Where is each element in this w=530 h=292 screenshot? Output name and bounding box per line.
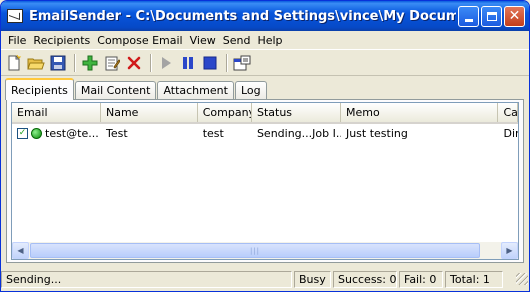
cell-company: test [202, 126, 224, 140]
list-header: Email Name Company Status Memo Ca [12, 103, 518, 124]
menu-file[interactable]: File [5, 34, 30, 47]
scroll-right-button[interactable]: ▶ [501, 242, 518, 259]
tab-attachment[interactable]: Attachment [157, 81, 234, 99]
toolbar-separator [150, 53, 152, 72]
pause-button[interactable] [178, 53, 198, 73]
column-header-company[interactable]: Company [198, 103, 252, 122]
menu-view[interactable]: View [187, 34, 220, 47]
add-recipient-icon [82, 55, 98, 70]
menu-compose-email[interactable]: Compose Email [94, 34, 186, 47]
status-fail: Fail: 0 [399, 270, 443, 288]
open-button[interactable] [26, 53, 46, 73]
scroll-track[interactable]: ||| [29, 242, 501, 259]
stop-icon [203, 56, 217, 69]
cell-ca: Dire [503, 126, 518, 140]
column-header-memo[interactable]: Memo [341, 103, 499, 122]
minimize-button[interactable] [458, 5, 479, 27]
title-bar[interactable]: EmailSender - C:\Documents and Settings\… [1, 1, 529, 31]
new-icon [8, 54, 22, 70]
close-icon: ✕ [508, 8, 521, 24]
pause-icon [183, 56, 193, 69]
edit-recipient-icon [105, 56, 120, 70]
menu-recipients[interactable]: Recipients [30, 34, 94, 47]
delete-recipient-icon [127, 56, 141, 69]
menu-bar: File Recipients Compose Email View Send … [1, 31, 529, 49]
start-icon [162, 56, 171, 69]
close-button[interactable]: ✕ [504, 5, 525, 27]
email-value: test@te... [45, 126, 99, 140]
new-button[interactable] [4, 53, 24, 73]
tab-mail-content[interactable]: Mail Content [74, 81, 157, 99]
maximize-button[interactable] [481, 5, 502, 27]
scroll-right-arrow-icon: ▶ [506, 246, 513, 255]
recipients-panel: Email Name Company Status Memo Ca ✓ test… [6, 99, 524, 263]
properties-button[interactable] [232, 53, 252, 73]
column-header-ca[interactable]: Ca [498, 103, 518, 122]
table-row[interactable]: ✓ test@te... Test test Sending...Job I..… [12, 125, 518, 141]
stop-button[interactable] [200, 53, 220, 73]
maximize-icon [486, 11, 497, 21]
cell-name: Test [106, 126, 128, 140]
cell-email: ✓ test@te... [12, 125, 101, 141]
edit-recipient-button[interactable] [102, 53, 122, 73]
add-recipient-button[interactable] [80, 53, 100, 73]
horizontal-scrollbar[interactable]: ◀ ||| ▶ [12, 242, 518, 259]
green-dot-icon [31, 127, 42, 139]
status-total: Total: 1 [445, 270, 503, 288]
menu-help[interactable]: Help [254, 34, 286, 47]
tab-log[interactable]: Log [234, 81, 267, 99]
row-checkbox[interactable]: ✓ [17, 127, 28, 139]
main-window: EmailSender - C:\Documents and Settings\… [0, 0, 530, 292]
recipients-list: Email Name Company Status Memo Ca ✓ test… [11, 102, 519, 260]
column-header-email[interactable]: Email [12, 103, 101, 122]
grip-icon: ||| [249, 246, 261, 255]
save-button[interactable] [48, 53, 68, 73]
scroll-left-button[interactable]: ◀ [12, 242, 29, 259]
window-title: EmailSender - C:\Documents and Settings\… [29, 8, 456, 24]
minimize-icon [464, 18, 473, 22]
open-folder-icon [27, 58, 45, 69]
properties-icon [233, 55, 251, 70]
menu-send[interactable]: Send [220, 34, 255, 47]
tab-recipients[interactable]: Recipients [5, 78, 74, 100]
status-bar: Sending... Busy Success: 0 Fail: 0 Total… [1, 267, 529, 291]
save-icon [50, 55, 66, 70]
email-app-icon [7, 9, 23, 23]
toolbar-separator [226, 53, 228, 72]
status-state: Busy [294, 270, 331, 288]
toolbar [1, 49, 529, 76]
scroll-left-arrow-icon: ◀ [17, 246, 24, 255]
cell-status: Sending...Job I... [256, 126, 341, 140]
status-message: Sending... [1, 270, 292, 288]
delete-recipient-button[interactable] [124, 53, 144, 73]
start-button[interactable] [156, 53, 176, 73]
scroll-thumb[interactable]: ||| [30, 243, 480, 258]
cell-memo: Just testing [345, 126, 408, 140]
column-header-status[interactable]: Status [252, 103, 341, 122]
column-header-name[interactable]: Name [101, 103, 198, 122]
resize-grip-icon[interactable] [516, 273, 528, 285]
tab-strip: Recipients Mail Content Attachment Log [1, 78, 529, 100]
status-success: Success: 0 [333, 270, 397, 288]
toolbar-separator [74, 53, 76, 72]
